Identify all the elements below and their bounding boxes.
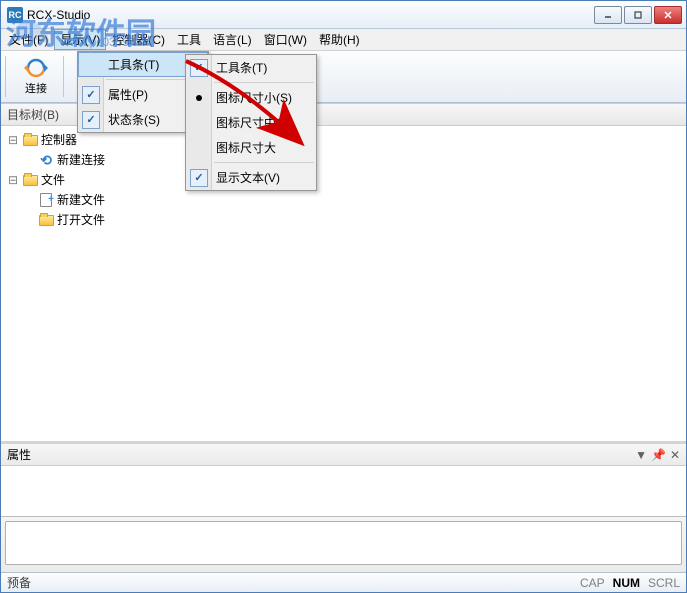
tree-node-controller[interactable]: ⊟ 控制器 <box>1 130 686 150</box>
tree-panel: 目标树(B) ⊟ 控制器 ⟲ 新建连接 ⊟ 文件 <box>1 103 686 441</box>
close-button[interactable] <box>654 6 682 24</box>
output-panel <box>1 516 686 572</box>
menu-item-label: 工具条(T) <box>216 59 267 76</box>
window-title: RCX-Studio <box>27 8 90 22</box>
properties-title: 属性 <box>7 446 31 463</box>
connect-label: 连接 <box>25 80 47 96</box>
submenu-item-toolbar[interactable]: 工具条(T) <box>186 55 316 80</box>
connection-icon: ⟲ <box>38 153 54 167</box>
menu-language[interactable]: 语言(L) <box>207 29 258 50</box>
folder-icon <box>22 133 38 147</box>
menu-item-label: 工具条(T) <box>108 56 159 73</box>
toolbar-divider <box>63 56 67 97</box>
connect-button[interactable]: 连接 <box>11 53 61 100</box>
app-icon: RC <box>7 7 23 23</box>
properties-panel: 属性 ▼ 📌 ✕ <box>1 441 686 516</box>
status-bar: 预备 CAP NUM SCRL <box>1 572 686 592</box>
submenu-item-icon-large[interactable]: 图标尺寸大 <box>186 135 316 160</box>
title-bar: RC RCX-Studio <box>1 1 686 29</box>
folder-icon <box>22 173 38 187</box>
check-icon <box>190 59 208 77</box>
tree-expander-icon[interactable]: ⊟ <box>7 131 19 149</box>
tree-label: 新建连接 <box>57 151 105 169</box>
tree-label: 打开文件 <box>57 211 105 229</box>
menu-file[interactable]: 文件(F) <box>3 29 54 50</box>
tree-node-new-file[interactable]: 新建文件 <box>1 190 686 210</box>
menu-window[interactable]: 窗口(W) <box>258 29 313 50</box>
toolbar-submenu: 工具条(T) 图标尺寸小(S) 图标尺寸中(M) 图标尺寸大 显示文本(V) <box>185 54 317 191</box>
folder-icon <box>38 213 54 227</box>
tree-label: 文件 <box>41 171 65 189</box>
status-text: 预备 <box>7 574 31 591</box>
tree-node-file[interactable]: ⊟ 文件 <box>1 170 686 190</box>
tree-label: 控制器 <box>41 131 77 149</box>
new-file-icon <box>38 193 54 207</box>
panel-close-icon[interactable]: ✕ <box>670 448 680 462</box>
status-cap: CAP <box>580 576 605 590</box>
output-textarea[interactable] <box>5 521 682 565</box>
tree-label: 新建文件 <box>57 191 105 209</box>
menu-controller[interactable]: 控制器(C) <box>106 29 171 50</box>
submenu-item-icon-small[interactable]: 图标尺寸小(S) <box>186 85 316 110</box>
menu-item-label: 图标尺寸中(M) <box>216 114 294 131</box>
toolbar-divider <box>5 56 9 97</box>
menu-item-label: 显示文本(V) <box>216 169 280 186</box>
menu-item-label: 属性(P) <box>108 86 148 103</box>
menu-tools[interactable]: 工具 <box>171 29 207 50</box>
minimize-button[interactable] <box>594 6 622 24</box>
menu-item-label: 状态条(S) <box>108 111 160 128</box>
tree-expander-icon[interactable]: ⊟ <box>7 171 19 189</box>
maximize-button[interactable] <box>624 6 652 24</box>
menu-bar: 文件(F) 显示(V) 控制器(C) 工具 语言(L) 窗口(W) 帮助(H) <box>1 29 686 51</box>
menu-item-label: 图标尺寸大 <box>216 139 276 156</box>
menu-view[interactable]: 显示(V) <box>54 29 106 50</box>
submenu-item-show-text[interactable]: 显示文本(V) <box>186 165 316 190</box>
tree-node-open-file[interactable]: 打开文件 <box>1 210 686 230</box>
panel-pin-icon[interactable]: 📌 <box>651 448 666 462</box>
menu-item-label: 图标尺寸小(S) <box>216 89 292 106</box>
check-icon <box>82 111 100 129</box>
check-icon <box>190 169 208 187</box>
check-icon <box>82 86 100 104</box>
tree-body: ⊟ 控制器 ⟲ 新建连接 ⊟ 文件 新建 <box>1 126 686 234</box>
menu-separator <box>214 162 314 163</box>
menu-help[interactable]: 帮助(H) <box>313 29 366 50</box>
menu-separator <box>214 82 314 83</box>
submenu-item-icon-medium[interactable]: 图标尺寸中(M) <box>186 110 316 135</box>
connect-icon <box>24 58 48 78</box>
status-scrl: SCRL <box>648 576 680 590</box>
tree-node-new-connection[interactable]: ⟲ 新建连接 <box>1 150 686 170</box>
radio-icon <box>196 95 202 101</box>
status-num: NUM <box>613 576 640 590</box>
panel-dropdown-icon[interactable]: ▼ <box>635 448 647 462</box>
